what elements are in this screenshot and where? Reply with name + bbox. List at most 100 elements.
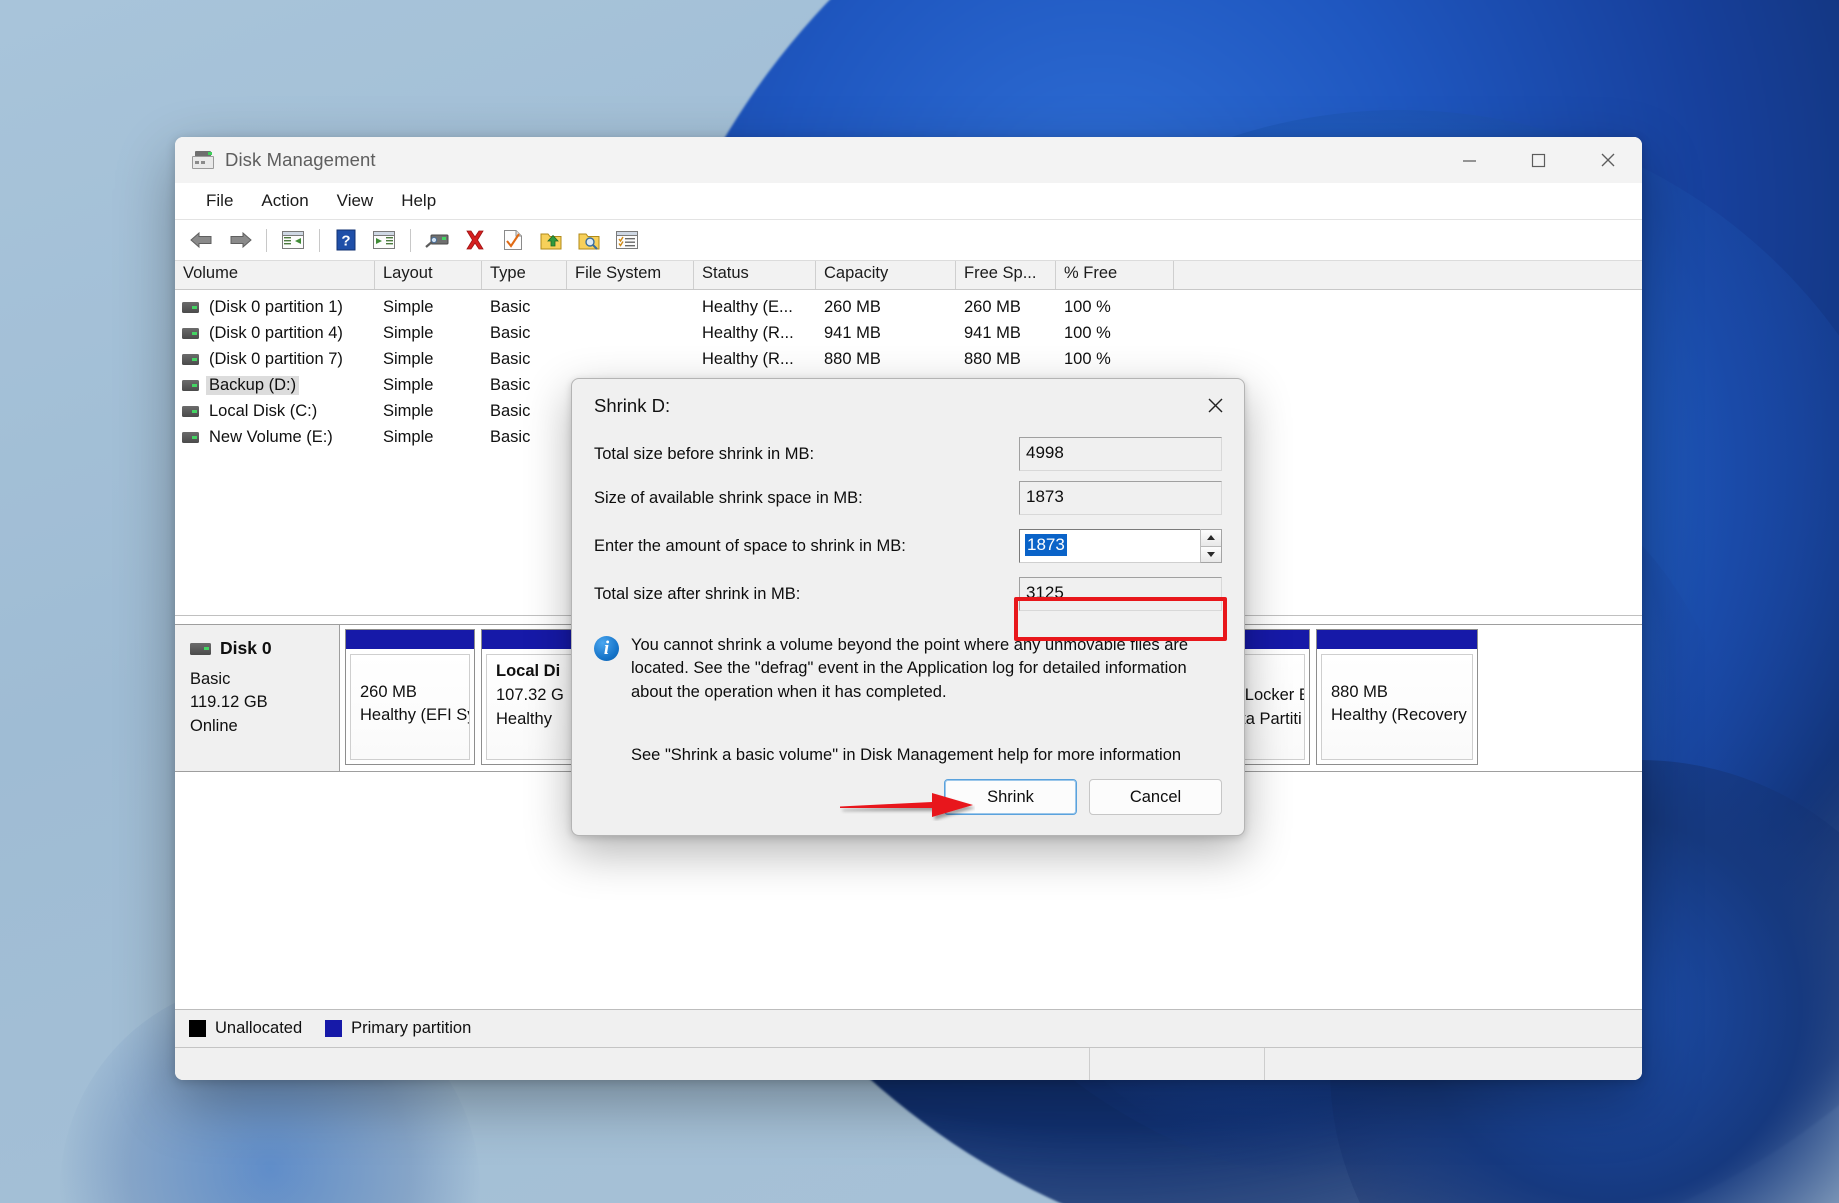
value-available-shrink-space: 1873 [1019,481,1222,515]
export-list-icon [540,230,562,250]
dialog-titlebar[interactable]: Shrink D: [572,379,1244,432]
view-options-button[interactable] [611,224,643,256]
window-titlebar[interactable]: Disk Management [175,137,1642,183]
rescan-disks-icon [424,230,450,250]
close-icon [1207,397,1224,414]
search-folder-button[interactable] [573,224,605,256]
volume-name-cell: Local Disk (C:) [175,402,375,421]
maximize-icon [1531,153,1546,168]
view-options-icon [615,230,639,250]
show-hide-action-pane-button[interactable] [368,224,400,256]
field-shrink-amount: Enter the amount of space to shrink in M… [594,520,1222,572]
legend-label-unallocated: Unallocated [215,1019,302,1038]
type-cell: Basic [482,428,567,447]
partition-bar [346,630,474,649]
delete-button[interactable] [459,224,491,256]
table-row[interactable]: (Disk 0 partition 7) Simple Basic Health… [175,346,1642,372]
table-row[interactable]: (Disk 0 partition 4) Simple Basic Health… [175,320,1642,346]
volume-list-header: Volume Layout Type File System Status Ca… [175,261,1642,290]
menu-help[interactable]: Help [387,188,450,214]
spinner-up-button[interactable] [1201,530,1221,547]
volume-label: Local Disk (C:) [206,402,320,421]
status-cell: Healthy (R... [694,350,816,369]
disk-name: Disk 0 [220,638,272,659]
status-bar [175,1047,1642,1080]
export-list-button[interactable] [535,224,567,256]
menu-action[interactable]: Action [247,188,322,214]
maximize-button[interactable] [1504,137,1573,183]
window-controls [1435,137,1642,183]
type-cell: Basic [482,298,567,317]
column-header-free-space[interactable]: Free Sp... [956,261,1056,289]
layout-cell: Simple [375,324,482,343]
percent-free-cell: 100 % [1056,350,1174,369]
shrink-amount-spinner[interactable]: 1873 [1019,529,1222,563]
layout-cell: Simple [375,350,482,369]
shrink-button[interactable]: Shrink [944,779,1077,815]
partition-bar [1317,630,1477,649]
properties-button[interactable] [497,224,529,256]
legend-label-primary-partition: Primary partition [351,1019,471,1038]
cancel-button[interactable]: Cancel [1089,779,1222,815]
menu-file[interactable]: File [192,188,247,214]
label-total-size-after-shrink: Total size after shrink in MB: [594,585,1019,604]
help-button[interactable]: ? [330,224,362,256]
spinner-buttons [1200,529,1222,563]
status-segment-2 [1090,1048,1265,1080]
layout-cell: Simple [375,298,482,317]
partition-details: 880 MB Healthy (Recovery Pa [1321,654,1473,760]
label-total-size-before-shrink: Total size before shrink in MB: [594,445,1019,464]
dialog-body: Total size before shrink in MB: 4998 Siz… [572,432,1244,765]
field-available-shrink-space: Size of available shrink space in MB: 18… [594,476,1222,520]
minimize-button[interactable] [1435,137,1504,183]
status-segment-1 [175,1048,1090,1080]
status-segment-3 [1265,1048,1642,1080]
partition-recovery[interactable]: 880 MB Healthy (Recovery Pa [1316,629,1478,765]
column-header-layout[interactable]: Layout [375,261,482,289]
dialog-title: Shrink D: [594,395,670,417]
forward-button[interactable] [224,224,256,256]
column-header-volume[interactable]: Volume [175,261,375,289]
back-button[interactable] [186,224,218,256]
drive-icon [182,380,199,391]
column-header-percent-free[interactable]: % Free [1056,261,1174,289]
dialog-buttons: Shrink Cancel [944,779,1222,815]
column-header-file-system[interactable]: File System [567,261,694,289]
shrink-amount-input[interactable]: 1873 [1019,529,1200,563]
percent-free-cell: 100 % [1056,324,1174,343]
drive-icon [182,302,199,313]
drive-icon [182,432,199,443]
delete-icon [464,229,486,251]
column-header-type[interactable]: Type [482,261,567,289]
toolbar-separator [266,229,267,252]
volume-name-cell: (Disk 0 partition 4) [175,324,375,343]
volume-name-cell: Backup (D:) [175,376,375,395]
disk-size: 119.12 GB [190,691,339,714]
disk-type: Basic [190,668,339,691]
capacity-cell: 260 MB [816,298,956,317]
type-cell: Basic [482,376,567,395]
chevron-up-icon [1207,535,1215,540]
volume-name-cell: (Disk 0 partition 1) [175,298,375,317]
rescan-disks-button[interactable] [421,224,453,256]
toolbar: ? [175,220,1642,261]
show-hide-console-tree-button[interactable] [277,224,309,256]
show-hide-console-tree-icon [281,230,305,250]
toolbar-separator [319,229,320,252]
forward-icon [227,230,253,250]
dialog-close-button[interactable] [1194,387,1236,425]
shrink-volume-dialog: Shrink D: Total size before shrink in MB… [571,378,1245,836]
column-header-status[interactable]: Status [694,261,816,289]
table-row[interactable]: (Disk 0 partition 1) Simple Basic Health… [175,294,1642,320]
volume-label: Backup (D:) [206,376,299,395]
status-cell: Healthy (E... [694,298,816,317]
disk-title: Disk 0 [190,638,339,659]
close-button[interactable] [1573,137,1642,183]
partition-efi[interactable]: 260 MB Healthy (EFI Sys [345,629,475,765]
disk-info-panel[interactable]: Disk 0 Basic 119.12 GB Online [175,625,340,771]
menu-view[interactable]: View [323,188,388,214]
volume-label: (Disk 0 partition 7) [206,350,346,369]
column-header-capacity[interactable]: Capacity [816,261,956,289]
spinner-down-button[interactable] [1201,547,1221,563]
label-shrink-amount: Enter the amount of space to shrink in M… [594,537,1019,556]
